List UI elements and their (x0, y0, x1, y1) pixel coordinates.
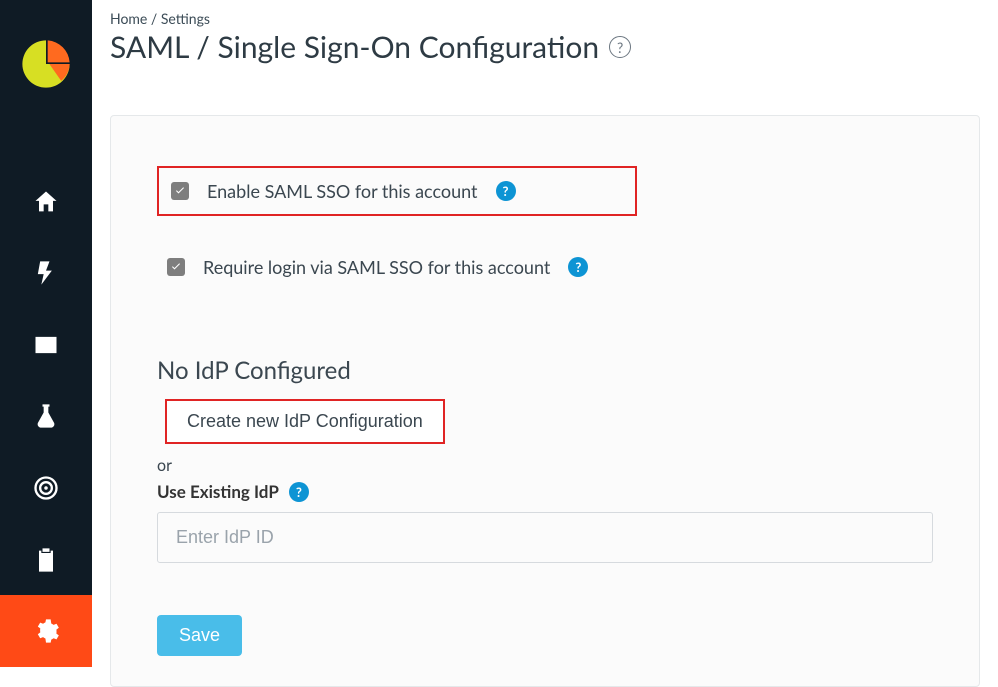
check-icon (174, 185, 186, 197)
pie-logo-icon (19, 37, 73, 91)
app-logo (18, 36, 74, 92)
or-label: or (157, 456, 933, 475)
require-saml-checkbox[interactable] (167, 258, 185, 276)
nav-activity[interactable] (0, 237, 92, 309)
require-saml-row: Require login via SAML SSO for this acco… (157, 248, 637, 286)
breadcrumb: Home / Settings (110, 10, 980, 27)
require-saml-label: Require login via SAML SSO for this acco… (203, 256, 550, 278)
idp-section-title: No IdP Configured (157, 356, 933, 385)
save-button[interactable]: Save (157, 615, 242, 656)
nav-settings[interactable] (0, 595, 92, 667)
gear-icon (32, 617, 60, 645)
page-help-icon[interactable]: ? (609, 36, 631, 58)
flask-icon (32, 402, 60, 430)
idp-id-input[interactable] (157, 512, 933, 563)
page-title: SAML / Single Sign-On Configuration (110, 29, 599, 65)
newspaper-icon (32, 331, 60, 359)
breadcrumb-settings[interactable]: Settings (161, 10, 210, 27)
sidebar (0, 0, 92, 667)
nav-home[interactable] (0, 166, 92, 238)
use-existing-label: Use Existing IdP (157, 481, 279, 502)
check-icon (170, 261, 182, 273)
home-icon (32, 188, 60, 216)
bolt-icon (32, 259, 60, 287)
enable-saml-checkbox[interactable] (171, 182, 189, 200)
nav-reports[interactable] (0, 524, 92, 596)
nav-experiments[interactable] (0, 381, 92, 453)
nav-news[interactable] (0, 309, 92, 381)
header: Home / Settings SAML / Single Sign-On Co… (92, 0, 998, 65)
main-content: Home / Settings SAML / Single Sign-On Co… (92, 0, 998, 667)
use-existing-help-icon[interactable]: ? (289, 482, 309, 502)
enable-saml-row: Enable SAML SSO for this account ? (157, 166, 637, 216)
enable-saml-help-icon[interactable]: ? (496, 181, 516, 201)
target-icon (32, 474, 60, 502)
create-idp-button[interactable]: Create new IdP Configuration (165, 399, 445, 444)
saml-config-panel: Enable SAML SSO for this account ? Requi… (110, 115, 980, 687)
require-saml-help-icon[interactable]: ? (568, 257, 588, 277)
enable-saml-label: Enable SAML SSO for this account (207, 180, 478, 202)
breadcrumb-home[interactable]: Home (110, 10, 147, 27)
breadcrumb-sep: / (147, 10, 161, 27)
nav-targets[interactable] (0, 452, 92, 524)
clipboard-icon (32, 546, 60, 574)
use-existing-row: Use Existing IdP ? (157, 481, 933, 502)
